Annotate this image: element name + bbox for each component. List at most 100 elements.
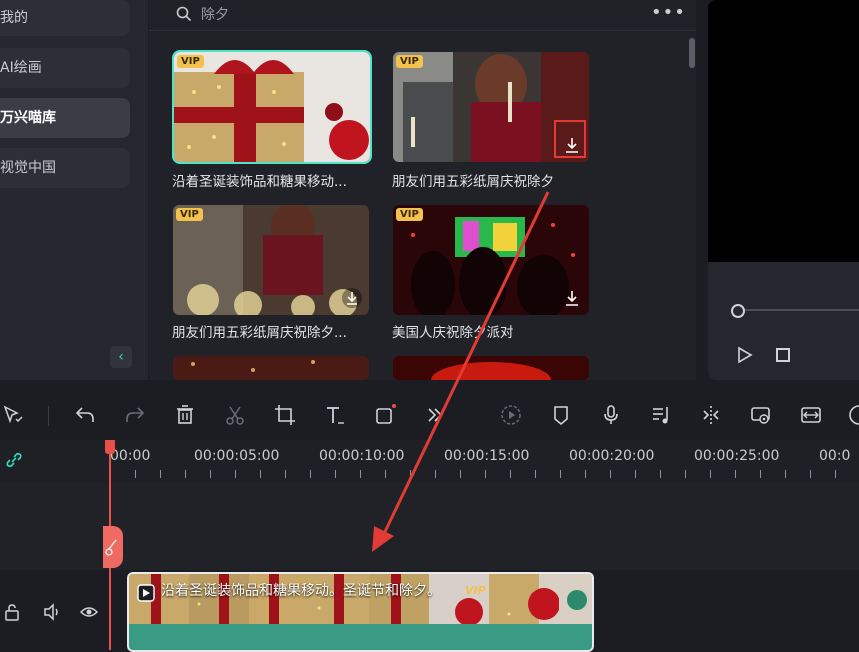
screen-record-icon[interactable] [750,404,772,426]
ruler-tick [610,470,611,478]
preview-progress-track[interactable] [740,309,859,311]
sidebar-item-wondershare-library[interactable]: 万兴喵库 [0,98,130,138]
ruler-tick [335,470,336,478]
ruler-tick [810,470,811,478]
time-label: 00:00:15:00 [444,448,530,464]
ruler-tick [735,470,736,478]
time-label: 00:00:25:00 [694,448,780,464]
media-item-caption: 沿着圣诞装饰品和糖果移动... [172,174,347,190]
search-bar: 除夕 ••• [149,0,696,31]
mic-icon[interactable] [600,404,622,426]
play-icon[interactable] [736,346,754,364]
preview-screen [708,0,859,262]
collapse-sidebar-button[interactable]: ‹ [110,346,132,368]
glitter-thumbnail [173,356,369,380]
ruler-tick [535,470,536,478]
search-input[interactable]: 除夕 [201,4,229,24]
ruler-tick [435,470,436,478]
chevron-left-icon: ‹ [118,349,124,365]
clip-label: 沿着圣诞装饰品和糖果移动。圣诞节和除夕。 [161,583,441,599]
library-sidebar: 我的 AI绘画 万兴喵库 视觉中国 ‹ [0,0,148,380]
ruler-tick [410,470,411,478]
sidebar-item-label: 我的 [0,10,28,26]
clip-vip-badge: VIP [465,584,486,597]
christmas-gift-thumbnail [174,52,370,162]
stop-icon[interactable] [776,348,790,362]
lock-icon[interactable] [2,602,22,622]
ruler-tick [235,470,236,478]
ruler-tick [360,470,361,478]
ruler-tick [260,470,261,478]
download-icon[interactable] [341,287,363,309]
link-icon[interactable] [4,450,24,470]
ruler-tick [385,470,386,478]
media-item-3[interactable]: VIP [173,205,369,315]
crop-icon[interactable] [274,404,296,426]
ruler-tick [660,470,661,478]
sidebar-item-visual-china[interactable]: 视觉中国 [0,148,130,188]
sidebar-item-label: 视觉中国 [0,160,56,176]
timer-icon[interactable] [848,404,859,426]
marker-icon[interactable] [550,404,572,426]
empty-track[interactable] [0,482,859,570]
ruler-tick [185,470,186,478]
fit-icon[interactable] [800,404,822,426]
cut-icon[interactable] [224,404,246,426]
playhead-scissor-grip[interactable] [103,526,123,568]
preview-progress-knob[interactable] [731,304,745,318]
media-item-caption: 朋友们用五彩纸屑庆祝除夕 [392,174,554,190]
shape-icon[interactable] [374,404,396,426]
delete-icon[interactable] [174,404,196,426]
highlight-box [554,120,586,158]
ruler-tick [560,470,561,478]
time-label: 00:00:10:00 [319,448,405,464]
playhead-handle[interactable] [105,440,115,454]
time-label: 00:00 [110,448,151,464]
timeline-ruler[interactable]: 00:00 00:00:05:00 00:00:10:00 00:00:15:0… [110,440,859,482]
media-item-caption: 朋友们用五彩纸屑庆祝除夕... [172,325,347,341]
text-icon[interactable] [324,404,346,426]
eye-icon[interactable] [79,602,99,622]
media-item-5[interactable] [173,356,369,380]
scissors-icon [105,539,117,556]
speed-icon[interactable] [500,404,522,426]
media-scrollbar[interactable] [689,38,695,68]
ruler-tick [210,470,211,478]
media-item-6[interactable] [393,356,589,380]
more-chevron-icon[interactable] [424,404,446,426]
time-label: 00:0 [819,448,851,464]
media-panel: 除夕 ••• VIP 沿着圣诞装饰品和糖果移动... VIP 朋友们用五彩纸屑庆… [149,0,696,380]
search-icon [176,6,192,22]
ruler-tick [510,470,511,478]
split-icon[interactable] [700,404,722,426]
vip-badge: VIP [176,208,203,221]
time-label: 00:00:20:00 [569,448,655,464]
ruler-tick [135,470,136,478]
sidebar-item-mine[interactable]: 我的 [0,0,130,36]
ruler-tick [460,470,461,478]
volume-icon[interactable] [42,602,62,622]
more-dots-icon[interactable]: ••• [651,2,686,23]
ruler-tick [785,470,786,478]
ruler-tick [310,470,311,478]
media-item-caption: 美国人庆祝除夕派对 [392,325,514,341]
redo-icon[interactable] [124,404,146,426]
sidebar-item-ai-painting[interactable]: AI绘画 [0,48,130,88]
vip-badge: VIP [396,55,423,68]
media-item-4[interactable]: VIP [393,205,589,315]
ruler-tick [485,470,486,478]
undo-icon[interactable] [74,404,96,426]
music-icon[interactable] [650,404,672,426]
download-icon[interactable] [561,287,583,309]
editing-toolbar [0,396,859,436]
vip-badge: VIP [396,208,423,221]
ruler-tick [685,470,686,478]
sidebar-item-label: 万兴喵库 [0,110,56,126]
select-tool-icon[interactable] [2,404,24,426]
media-item-1[interactable]: VIP [172,50,372,164]
preview-panel [708,0,859,380]
ruler-tick [760,470,761,478]
ruler-tick [160,470,161,478]
ruler-tick [710,470,711,478]
timeline-clip[interactable]: 沿着圣诞装饰品和糖果移动。圣诞节和除夕。 VIP [127,572,594,652]
